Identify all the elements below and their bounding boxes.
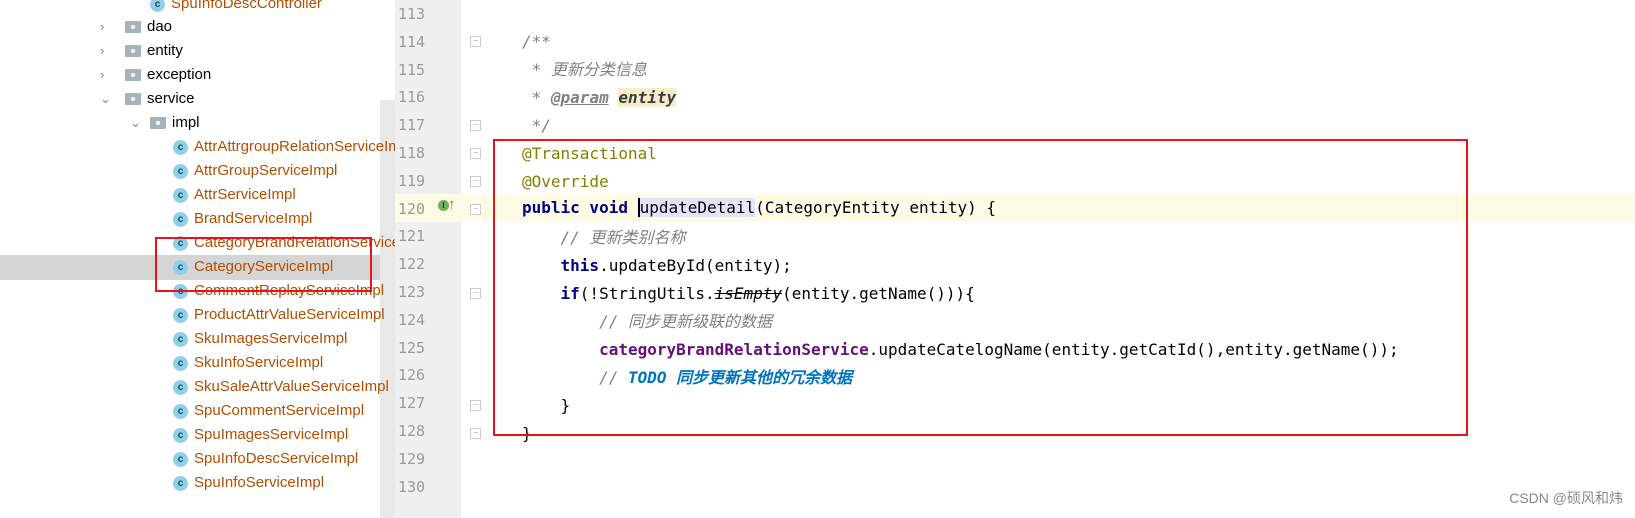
line-number: 120	[398, 199, 426, 218]
folder-icon	[125, 93, 141, 106]
fold-marker-icon[interactable]: −	[470, 176, 481, 187]
tree-class-item[interactable]: c AttrAttrgroupRelationServiceImpl	[173, 135, 395, 159]
folder-icon	[125, 21, 141, 34]
tree-item-label: BrandServiceImpl	[194, 210, 313, 227]
project-tree: c SpuInfoDescController › dao › entity › excep…	[0, 0, 395, 518]
line-number: 126	[398, 366, 426, 385]
line-number: 115	[398, 60, 426, 79]
fold-marker-icon[interactable]: −	[470, 288, 481, 299]
line-number: 130	[398, 477, 426, 496]
line-number: 129	[398, 449, 426, 468]
line-number: 123	[398, 283, 426, 301]
tree-item-label: SkuImagesServiceImpl	[194, 330, 348, 347]
tree-item-label: SpuInfoDescController	[171, 0, 322, 12]
line-number: 119	[398, 171, 426, 190]
tree-folder-entity[interactable]: › entity	[100, 39, 183, 63]
fold-marker-icon[interactable]: −	[470, 204, 481, 215]
class-icon: c	[173, 427, 188, 443]
line-number: 113	[398, 5, 426, 23]
folder-icon	[125, 69, 141, 82]
class-icon: c	[173, 187, 188, 203]
tree-class-item[interactable]: c AttrServiceImpl	[173, 183, 296, 207]
tree-item-label: SkuSaleAttrValueServiceImpl	[194, 378, 389, 395]
chevron-down-icon[interactable]: ⌄	[100, 87, 111, 111]
tree-item-label: AttrServiceImpl	[194, 186, 296, 203]
line-number: 118	[398, 144, 426, 162]
tree-folder-exception[interactable]: › exception	[100, 63, 211, 87]
code-token: entity	[618, 88, 677, 107]
tree-class-item[interactable]: c SkuInfoServiceImpl	[173, 351, 323, 375]
line-number: 127	[398, 394, 426, 413]
tree-item-label: SkuInfoServiceImpl	[194, 354, 324, 371]
tree-class-item[interactable]: c BrandServiceImpl	[173, 207, 312, 231]
watermark: CSDN @硕风和炜	[1509, 490, 1623, 506]
class-icon: c	[173, 211, 188, 227]
chevron-right-icon[interactable]: ›	[100, 39, 104, 63]
chevron-down-icon[interactable]: ⌄	[130, 111, 141, 135]
class-icon: c	[173, 355, 188, 371]
fold-gutter	[461, 0, 478, 518]
class-icon: c	[173, 451, 188, 467]
tree-item-label: impl	[172, 114, 200, 131]
tree-class-item[interactable]: c ProductAttrValueServiceImpl	[173, 303, 385, 327]
class-icon: c	[173, 403, 188, 419]
class-icon: c	[150, 0, 165, 12]
fold-marker-icon[interactable]: −	[470, 148, 481, 159]
code-token: *	[522, 88, 551, 107]
tree-item-label: AttrAttrgroupRelationServiceImpl	[194, 138, 395, 155]
highlight-box-selected-class	[155, 237, 372, 292]
class-icon: c	[173, 331, 188, 347]
line-number: 117	[398, 116, 426, 135]
tree-item-label: SpuInfoServiceImpl	[194, 474, 325, 491]
tree-item[interactable]: c SpuInfoDescController	[150, 0, 322, 16]
line-number: 116	[398, 88, 426, 107]
code-token: @param	[550, 88, 609, 107]
code-line[interactable]: /**	[522, 28, 551, 56]
class-icon: c	[173, 379, 188, 395]
folder-icon	[125, 45, 141, 58]
tree-class-item[interactable]: c SpuCommentServiceImpl	[173, 399, 364, 423]
tree-item-label: AttrGroupServiceImpl	[194, 162, 338, 179]
tree-item-label: SpuInfoDescServiceImpl	[194, 450, 359, 467]
tree-item-label: SpuImagesServiceImpl	[194, 426, 349, 443]
tree-item-label: service	[147, 90, 195, 107]
chevron-right-icon[interactable]: ›	[100, 63, 104, 87]
tree-folder-service[interactable]: ⌄ service	[100, 87, 195, 111]
code-line[interactable]: */	[522, 112, 551, 140]
fold-marker-icon[interactable]: −	[470, 120, 481, 131]
fold-marker-icon[interactable]: −	[470, 428, 481, 439]
tree-item-label: entity	[147, 42, 183, 59]
tree-class-item[interactable]: c SpuInfoServiceImpl	[173, 471, 324, 495]
fold-marker-icon[interactable]: −	[470, 36, 481, 47]
fold-marker-icon[interactable]: −	[470, 400, 481, 411]
tree-item-label: dao	[147, 18, 173, 35]
line-number: 128	[398, 422, 426, 440]
tree-item-label: ProductAttrValueServiceImpl	[194, 306, 385, 323]
tree-class-item[interactable]: c SkuImagesServiceImpl	[173, 327, 347, 351]
chevron-right-icon[interactable]: ›	[100, 15, 104, 39]
line-number: 122	[398, 255, 426, 274]
tree-folder-dao[interactable]: › dao	[100, 15, 172, 39]
class-icon: c	[173, 475, 188, 491]
folder-icon	[150, 117, 166, 130]
line-number: 114	[398, 32, 426, 51]
tree-item-label: SpuCommentServiceImpl	[194, 402, 365, 419]
tree-class-item[interactable]: c SpuImagesServiceImpl	[173, 423, 348, 447]
line-number: 121	[398, 227, 426, 246]
tree-class-item[interactable]: c SkuSaleAttrValueServiceImpl	[173, 375, 389, 399]
highlight-box-code	[493, 139, 1468, 436]
line-number: 125	[398, 338, 426, 357]
class-icon: c	[173, 307, 188, 323]
line-number: 124	[398, 310, 426, 329]
code-line[interactable]: * @param entity	[522, 84, 677, 112]
class-icon: c	[173, 163, 188, 179]
tree-folder-impl[interactable]: ⌄ impl	[130, 111, 200, 135]
tree-class-item[interactable]: c AttrGroupServiceImpl	[173, 159, 337, 183]
tree-item-label: exception	[147, 66, 212, 83]
class-icon: c	[173, 139, 188, 155]
code-line[interactable]: * 更新分类信息	[522, 56, 647, 84]
tree-class-item[interactable]: c SpuInfoDescServiceImpl	[173, 447, 358, 471]
arrow-up-icon: ↑	[448, 196, 456, 213]
